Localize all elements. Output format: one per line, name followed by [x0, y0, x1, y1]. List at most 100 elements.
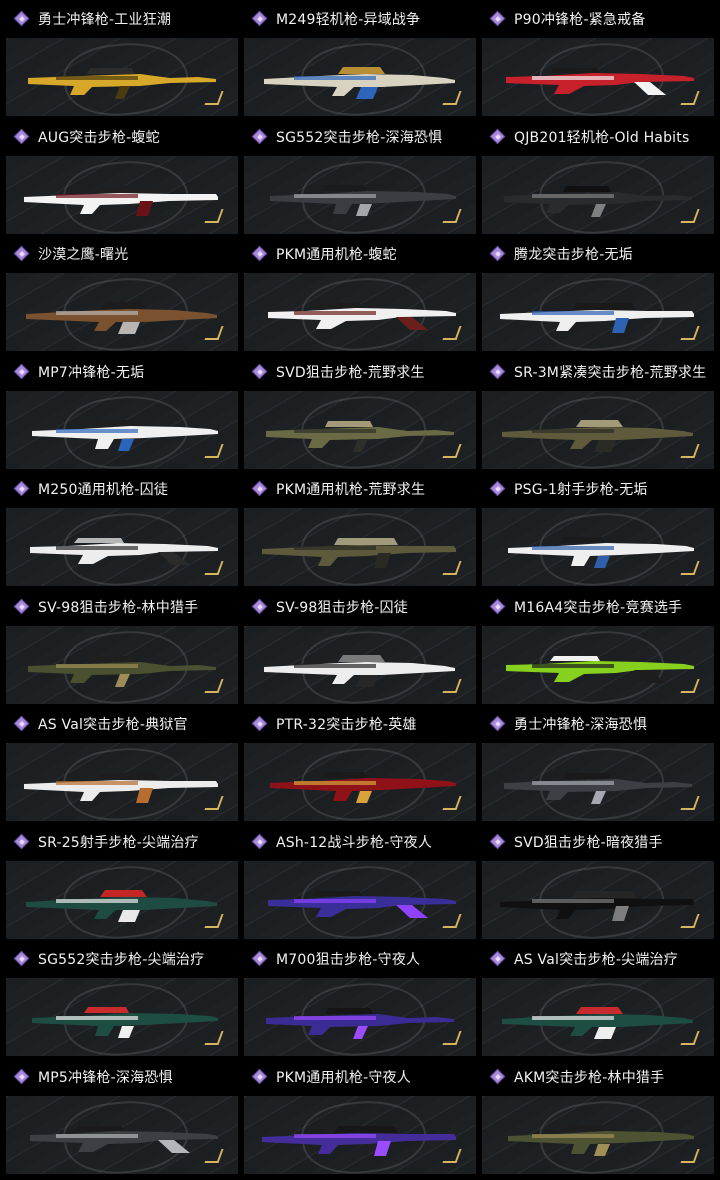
rarity-diamond-icon — [490, 599, 506, 615]
weapon-preview — [482, 1095, 714, 1174]
rarity-corner-icon — [204, 90, 224, 104]
rarity-diamond-icon — [490, 246, 506, 262]
weapon-skin-card[interactable]: P90冲锋枪-紧急戒备 — [482, 4, 714, 116]
rarity-corner-icon — [680, 678, 700, 692]
weapon-skin-card[interactable]: ASh-12战斗步枪-守夜人 — [244, 827, 476, 939]
card-header: SVD狙击步枪-荒野求生 — [244, 357, 476, 387]
rarity-corner-icon — [680, 1148, 700, 1162]
card-header: PSG-1射手步枪-无垢 — [482, 474, 714, 504]
weapon-skin-card[interactable]: SV-98狙击步枪-林中猎手 — [6, 592, 238, 704]
card-header: SG552突击步枪-深海恐惧 — [244, 122, 476, 152]
weapon-skin-card[interactable]: 勇士冲锋枪-深海恐惧 — [482, 709, 714, 821]
weapon-preview — [6, 155, 238, 234]
card-header: M249轻机枪-异域战争 — [244, 4, 476, 34]
weapon-skin-card[interactable]: AS Val突击步枪-尖端治疗 — [482, 944, 714, 1056]
weapon-skin-title: SVD狙击步枪-荒野求生 — [276, 364, 425, 381]
weapon-image — [504, 773, 692, 804]
card-header: AUG突击步枪-蝮蛇 — [6, 122, 238, 152]
rarity-diamond-icon — [252, 129, 268, 145]
weapon-skin-card[interactable]: M250通用机枪-囚徒 — [6, 474, 238, 586]
weapon-skin-title: AS Val突击步枪-典狱官 — [38, 717, 188, 733]
weapon-skin-title: M249轻机枪-异域战争 — [276, 12, 421, 28]
card-header: ASh-12战斗步枪-守夜人 — [244, 827, 476, 857]
rarity-corner-icon — [442, 795, 462, 809]
weapon-skin-card[interactable]: QJB201轻机枪-Old Habits — [482, 122, 714, 234]
weapon-skin-title: SG552突击步枪-深海恐惧 — [276, 129, 443, 146]
rarity-diamond-icon — [14, 716, 30, 732]
weapon-skin-card[interactable]: PTR-32突击步枪-英雄 — [244, 709, 476, 821]
weapon-preview — [482, 38, 714, 116]
card-header: M16A4突击步枪-竞赛选手 — [482, 592, 714, 622]
card-header: SV-98狙击步枪-囚徒 — [244, 592, 476, 622]
weapon-preview — [6, 743, 238, 821]
weapon-skin-card[interactable]: SV-98狙击步枪-囚徒 — [244, 592, 476, 704]
weapon-skin-card[interactable]: AS Val突击步枪-典狱官 — [6, 709, 238, 821]
weapon-skin-card[interactable]: MP7冲锋枪-无垢 — [6, 357, 238, 469]
weapon-preview — [482, 625, 714, 704]
weapon-skin-card[interactable]: MP5冲锋枪-深海恐惧 — [6, 1062, 238, 1174]
weapon-preview — [482, 390, 714, 469]
weapon-skin-title: QJB201轻机枪-Old Habits — [514, 129, 690, 146]
weapon-skin-title: PSG-1射手步枪-无垢 — [514, 482, 648, 498]
weapon-skin-card[interactable]: PKM通用机枪-蝮蛇 — [244, 239, 476, 351]
weapon-skin-card[interactable]: M16A4突击步枪-竞赛选手 — [482, 592, 714, 704]
weapon-image — [270, 772, 456, 803]
weapon-skin-title: PKM通用机枪-荒野求生 — [276, 482, 426, 498]
weapon-preview — [244, 155, 476, 234]
rarity-diamond-icon — [252, 834, 268, 850]
rarity-diamond-icon — [490, 129, 506, 145]
rarity-diamond-icon — [14, 481, 30, 497]
weapon-skin-card[interactable]: 勇士冲锋枪-工业狂潮 — [6, 4, 238, 116]
rarity-corner-icon — [442, 90, 462, 104]
weapon-image — [28, 68, 216, 99]
weapon-skin-card[interactable]: SG552突击步枪-尖端治疗 — [6, 944, 238, 1056]
weapon-image — [32, 1007, 218, 1038]
weapon-preview — [6, 978, 238, 1056]
weapon-image — [28, 655, 216, 687]
weapon-skin-card[interactable]: AUG突击步枪-蝮蛇 — [6, 122, 238, 234]
weapon-skin-card[interactable]: 腾龙突击步枪-无垢 — [482, 239, 714, 351]
weapon-image — [268, 303, 456, 330]
card-header: 勇士冲锋枪-工业狂潮 — [6, 4, 238, 34]
rarity-corner-icon — [204, 208, 224, 222]
rarity-diamond-icon — [14, 11, 30, 27]
weapon-skin-card[interactable]: SR-3M紧凑突击步枪-荒野求生 — [482, 357, 714, 469]
weapon-preview — [482, 978, 714, 1056]
card-header: PKM通用机枪-蝮蛇 — [244, 239, 476, 269]
weapon-image — [266, 1008, 454, 1039]
weapon-image — [268, 890, 456, 918]
weapon-image — [264, 67, 455, 99]
weapon-skin-card[interactable]: M249轻机枪-异域战争 — [244, 4, 476, 116]
weapon-preview — [482, 508, 714, 586]
weapon-skin-card[interactable]: SG552突击步枪-深海恐惧 — [244, 122, 476, 234]
rarity-corner-icon — [442, 560, 462, 574]
weapon-image — [26, 302, 217, 334]
weapon-image — [508, 537, 694, 568]
weapon-skin-card[interactable]: SR-25射手步枪-尖端治疗 — [6, 827, 238, 939]
card-header: PKM通用机枪-荒野求生 — [244, 474, 476, 504]
weapon-skin-title: 勇士冲锋枪-深海恐惧 — [514, 717, 648, 733]
weapon-skin-card[interactable]: PKM通用机枪-荒野求生 — [244, 474, 476, 586]
rarity-corner-icon — [680, 90, 700, 104]
weapon-skin-card[interactable]: M700狙击步枪-守夜人 — [244, 944, 476, 1056]
weapon-image — [270, 184, 456, 216]
weapon-skin-title: SV-98狙击步枪-囚徒 — [276, 599, 408, 616]
weapon-preview — [482, 743, 714, 821]
weapon-skin-grid: 勇士冲锋枪-工业狂潮 M249轻机枪-异域战争 P90冲锋枪-紧急戒备 AUG突击步枪… — [0, 0, 720, 1180]
weapon-skin-card[interactable]: PKM通用机枪-守夜人 — [244, 1062, 476, 1174]
weapon-preview — [482, 273, 714, 351]
rarity-corner-icon — [680, 443, 700, 457]
weapon-preview — [6, 1095, 238, 1174]
weapon-skin-card[interactable]: SVD狙击步枪-荒野求生 — [244, 357, 476, 469]
weapon-skin-card[interactable]: AKM突击步枪-林中猎手 — [482, 1062, 714, 1174]
weapon-skin-card[interactable]: SVD狙击步枪-暗夜猎手 — [482, 827, 714, 939]
weapon-image — [506, 655, 694, 683]
rarity-diamond-icon — [490, 1069, 506, 1085]
rarity-diamond-icon — [14, 1069, 30, 1085]
weapon-skin-card[interactable]: 沙漠之鹰-曙光 — [6, 239, 238, 351]
weapon-skin-card[interactable]: PSG-1射手步枪-无垢 — [482, 474, 714, 586]
rarity-corner-icon — [442, 913, 462, 927]
weapon-image — [32, 419, 218, 451]
rarity-diamond-icon — [490, 481, 506, 497]
card-header: QJB201轻机枪-Old Habits — [482, 122, 714, 152]
